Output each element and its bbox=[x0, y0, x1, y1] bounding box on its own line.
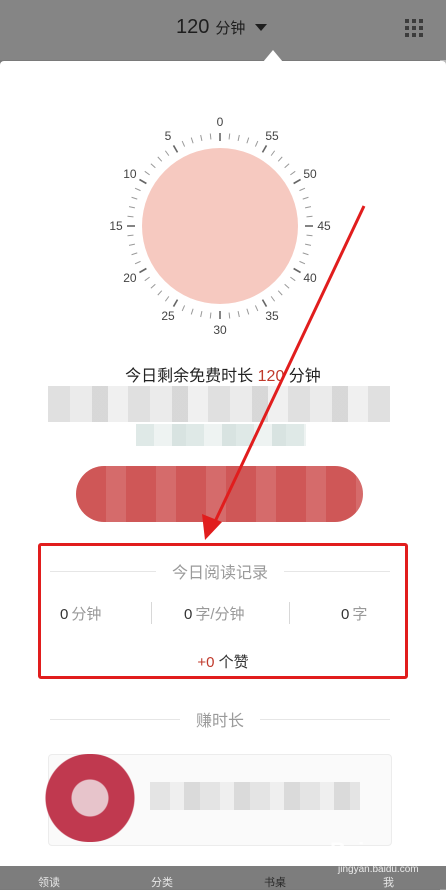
tab-category[interactable]: 分类 bbox=[151, 874, 173, 890]
remaining-unit: 分钟 bbox=[288, 368, 321, 385]
dial-tick bbox=[131, 196, 138, 200]
dial-tick bbox=[302, 196, 309, 200]
primary-action-button[interactable] bbox=[76, 466, 363, 522]
annotation-highlight-box bbox=[38, 543, 408, 679]
dial-tick bbox=[139, 178, 147, 185]
dial-tick bbox=[237, 310, 240, 318]
dial-tick bbox=[157, 290, 163, 296]
dial-tick bbox=[254, 305, 259, 312]
dial-tick bbox=[270, 150, 276, 156]
dial-tick bbox=[128, 206, 136, 209]
dial-tick bbox=[164, 150, 170, 156]
dial-tick bbox=[261, 299, 268, 307]
watermark-site: jingyan.baidu.com bbox=[338, 864, 419, 875]
dial-fill bbox=[142, 148, 298, 304]
dial-tick bbox=[304, 206, 312, 209]
dial-tick bbox=[209, 312, 212, 319]
dial-tick bbox=[131, 252, 138, 256]
dial-tick bbox=[200, 310, 203, 318]
dial-tick bbox=[144, 276, 150, 282]
dial-tick-label: 5 bbox=[165, 129, 172, 143]
dial-tick bbox=[150, 283, 156, 289]
dial-tick bbox=[293, 178, 301, 185]
dial-tick bbox=[290, 170, 296, 176]
dial-tick-label: 0 bbox=[217, 115, 224, 129]
blurred-text bbox=[48, 386, 390, 422]
dial-tick bbox=[128, 243, 136, 246]
dial-tick bbox=[284, 163, 290, 169]
dial-tick bbox=[293, 267, 301, 274]
dial-tick-label: 35 bbox=[265, 309, 279, 323]
dial-tick bbox=[246, 308, 250, 315]
dial-tick bbox=[306, 215, 313, 218]
dial-tick bbox=[277, 156, 283, 162]
dial-tick bbox=[134, 187, 141, 192]
earn-time-header: 赚时长 bbox=[50, 707, 391, 731]
remaining-value: 120 bbox=[257, 368, 285, 385]
dial-tick bbox=[299, 260, 306, 265]
dial-tick bbox=[228, 133, 231, 140]
dial-tick bbox=[164, 296, 170, 302]
dial-tick bbox=[284, 283, 290, 289]
remaining-prefix: 今日剩余免费时长 bbox=[125, 368, 254, 385]
dial-tick-label: 40 bbox=[303, 271, 317, 285]
dial-tick bbox=[302, 252, 309, 256]
earn-time-title: 赚时长 bbox=[196, 713, 245, 730]
dial-tick-label: 20 bbox=[123, 271, 137, 285]
dial-tick bbox=[190, 137, 194, 144]
remaining-time-text: 今日剩余免费时长 120 分钟 bbox=[0, 362, 446, 386]
timer-dial: 0 5 10 15 20 25 30 35 40 45 50 55 bbox=[109, 115, 331, 337]
dial-tick bbox=[172, 145, 179, 153]
dial-tick bbox=[261, 145, 268, 153]
dial-tick bbox=[209, 133, 212, 140]
dial-tick bbox=[144, 170, 150, 176]
dial-tick bbox=[134, 260, 141, 265]
dial-tick-label: 15 bbox=[109, 219, 123, 233]
dial-tick bbox=[190, 308, 194, 315]
dial-tick bbox=[150, 163, 156, 169]
dial-tick bbox=[172, 299, 179, 307]
dial-tick bbox=[237, 134, 240, 142]
dial-tick bbox=[181, 305, 186, 312]
dial-tick bbox=[200, 134, 203, 142]
blurred-card-text bbox=[150, 782, 360, 810]
dial-tick bbox=[290, 276, 296, 282]
dial-tick bbox=[270, 296, 276, 302]
dial-tick-label: 30 bbox=[213, 323, 227, 337]
dial-tick bbox=[246, 137, 250, 144]
dial-tick-label: 10 bbox=[123, 167, 137, 181]
dial-tick bbox=[299, 187, 306, 192]
dial-tick bbox=[306, 234, 313, 237]
dial-tick bbox=[304, 243, 312, 246]
dial-tick-label: 50 bbox=[303, 167, 317, 181]
tab-me[interactable]: 我 bbox=[383, 874, 394, 890]
dial-tick-label: 25 bbox=[161, 309, 175, 323]
tab-lingdu[interactable]: 领读 bbox=[38, 874, 60, 890]
dial-tick bbox=[157, 156, 163, 162]
watermark-logo: Bai bbox=[330, 838, 365, 863]
dial-tick bbox=[254, 140, 259, 147]
blurred-text-2 bbox=[136, 424, 306, 446]
dial-tick bbox=[277, 290, 283, 296]
dial-tick bbox=[127, 234, 134, 237]
dial-tick-label: 55 bbox=[265, 129, 279, 143]
dial-tick bbox=[181, 140, 186, 147]
tab-desk[interactable]: 书桌 bbox=[264, 874, 286, 890]
dial-tick bbox=[228, 312, 231, 319]
avatar bbox=[44, 754, 136, 842]
dial-tick-label: 45 bbox=[317, 219, 331, 233]
dial-tick bbox=[127, 215, 134, 218]
dial-tick bbox=[139, 267, 147, 274]
